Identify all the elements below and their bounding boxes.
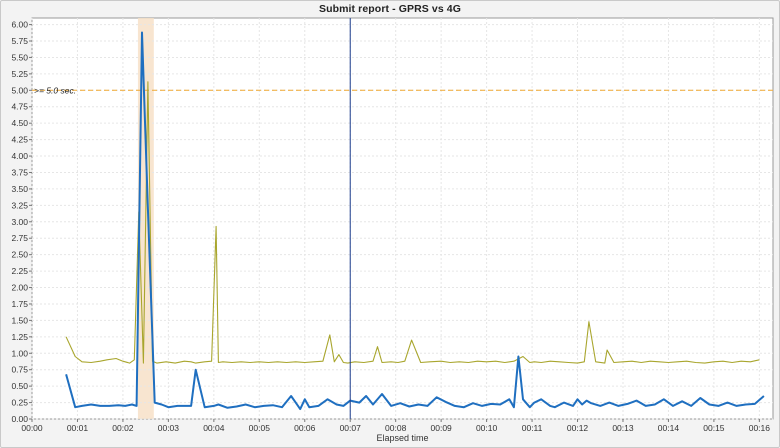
y-tick-label: 3.75	[11, 167, 28, 177]
x-tick-label: 00:15	[703, 423, 725, 433]
line-chart[interactable]: >= 5.0 sec.0.000.250.500.751.001.251.501…	[1, 1, 779, 447]
y-tick-label: 0.25	[11, 398, 28, 408]
x-tick-label: 00:16	[749, 423, 771, 433]
x-tick-label: 00:04	[203, 423, 225, 433]
y-tick-label: 5.00	[11, 85, 28, 95]
y-tick-label: 1.00	[11, 348, 28, 358]
y-tick-label: 1.25	[11, 332, 28, 342]
y-tick-label: 1.75	[11, 299, 28, 309]
y-tick-label: 4.50	[11, 118, 28, 128]
x-tick-label: 00:06	[294, 423, 316, 433]
y-tick-label: 1.50	[11, 315, 28, 325]
x-tick-label: 00:00	[21, 423, 43, 433]
x-tick-label: 00:13	[612, 423, 634, 433]
x-tick-label: 00:12	[567, 423, 589, 433]
x-tick-label: 00:03	[158, 423, 180, 433]
y-tick-label: 5.25	[11, 69, 28, 79]
y-tick-label: 0.50	[11, 381, 28, 391]
x-tick-label: 00:08	[385, 423, 407, 433]
x-axis-label: Elapsed time	[376, 433, 428, 443]
y-tick-label: 4.00	[11, 151, 28, 161]
y-tick-label: 5.75	[11, 36, 28, 46]
threshold-label: >= 5.0 sec.	[34, 85, 76, 95]
y-tick-label: 5.50	[11, 52, 28, 62]
y-tick-label: 0.75	[11, 365, 28, 375]
x-tick-label: 00:09	[431, 423, 453, 433]
chart-frame: Submit report - GPRS vs 4G >= 5.0 sec. 0.…	[0, 0, 780, 448]
y-tick-label: 6.00	[11, 20, 28, 30]
y-tick-label: 4.25	[11, 135, 28, 145]
y-tick-label: 3.50	[11, 184, 28, 194]
y-tick-label: 3.25	[11, 200, 28, 210]
x-tick-label: 00:14	[658, 423, 680, 433]
y-tick-label: 2.00	[11, 283, 28, 293]
x-tick-label: 00:10	[476, 423, 498, 433]
x-tick-label: 00:05	[249, 423, 271, 433]
x-tick-label: 00:02	[112, 423, 134, 433]
y-tick-label: 2.75	[11, 233, 28, 243]
y-tick-label: 2.50	[11, 250, 28, 260]
y-tick-label: 4.75	[11, 102, 28, 112]
x-tick-label: 00:01	[67, 423, 89, 433]
y-tick-label: 2.25	[11, 266, 28, 276]
y-tick-label: 3.00	[11, 217, 28, 227]
x-tick-label: 00:07	[340, 423, 362, 433]
x-tick-label: 00:11	[522, 423, 543, 433]
